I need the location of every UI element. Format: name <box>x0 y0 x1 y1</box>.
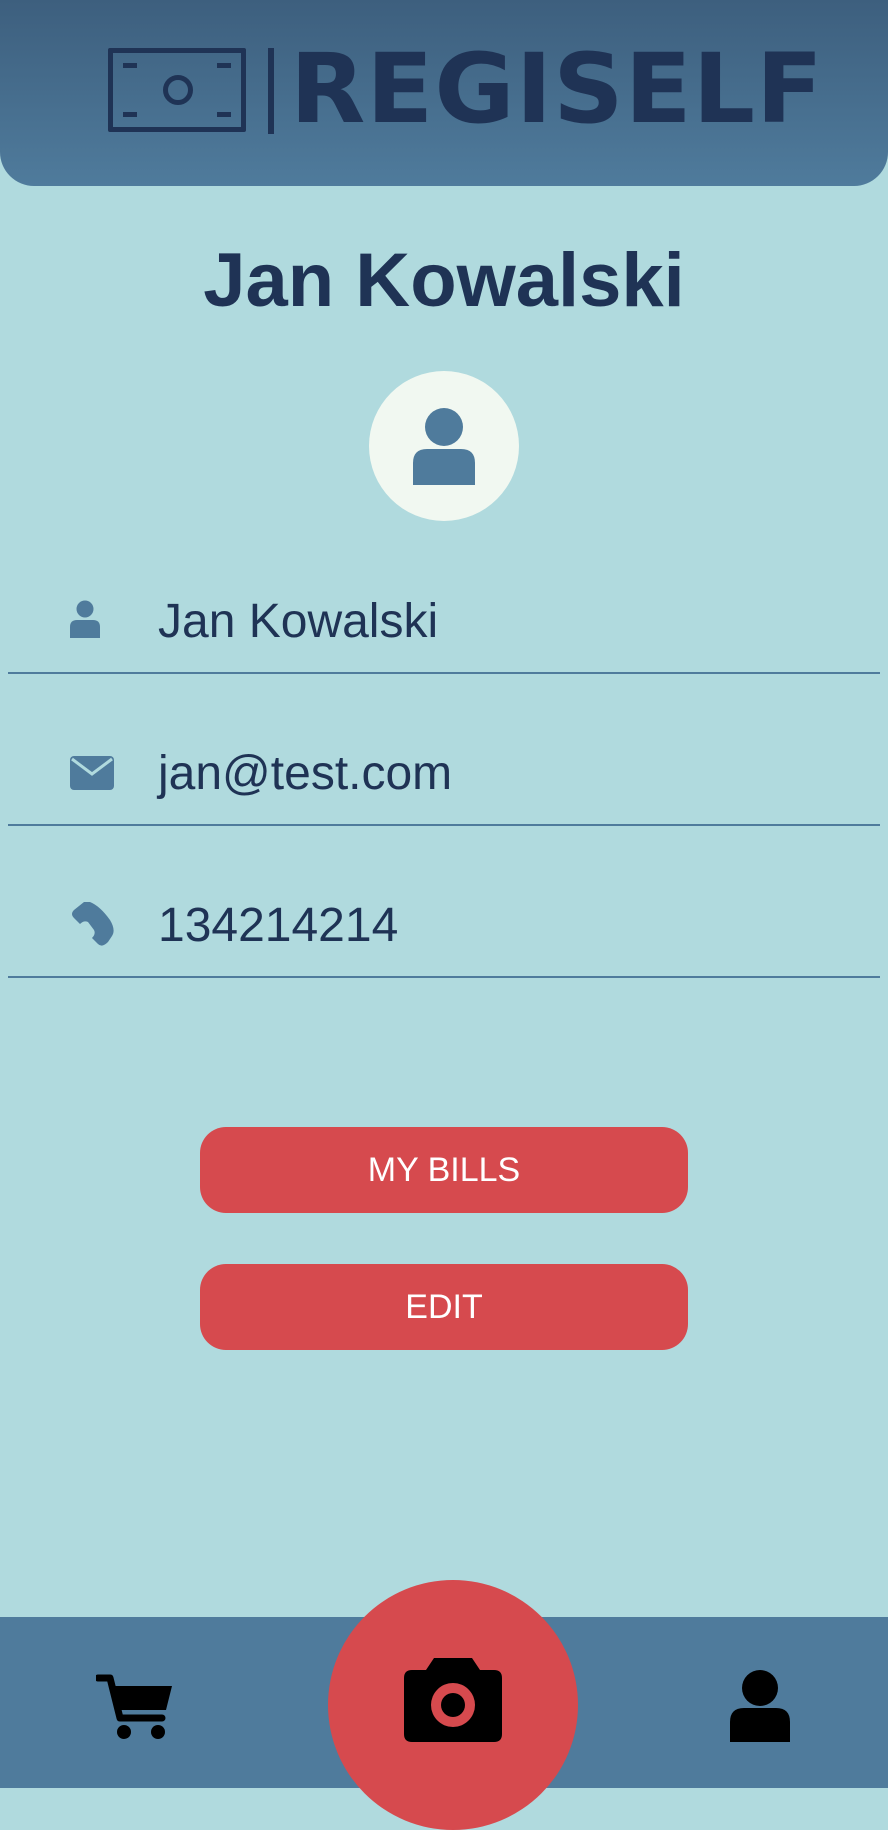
avatar-user-icon <box>413 408 475 485</box>
banknote-icon <box>108 48 246 132</box>
avatar <box>369 371 519 521</box>
email-value: jan@test.com <box>158 747 453 800</box>
page-title: Jan Kowalski <box>203 238 685 323</box>
app-header: REGISELF <box>0 0 888 186</box>
name-value: Jan Kowalski <box>158 595 439 648</box>
name-field: Jan Kowalski <box>8 552 880 674</box>
envelope-icon <box>70 756 114 790</box>
phone-value: 134214214 <box>158 899 399 952</box>
phone-field: 134214214 <box>8 856 880 978</box>
camera-icon <box>404 1658 502 1742</box>
my-bills-button[interactable]: MY BILLS <box>200 1127 688 1213</box>
email-field: jan@test.com <box>8 704 880 826</box>
profile-nav-icon[interactable] <box>730 1670 790 1742</box>
edit-button[interactable]: EDIT <box>200 1264 688 1350</box>
cart-icon[interactable] <box>96 1674 174 1742</box>
logo-divider <box>268 48 274 134</box>
user-icon <box>70 600 100 638</box>
app-logo-text: REGISELF <box>290 33 824 145</box>
camera-button[interactable] <box>328 1580 578 1830</box>
phone-icon <box>72 902 114 946</box>
